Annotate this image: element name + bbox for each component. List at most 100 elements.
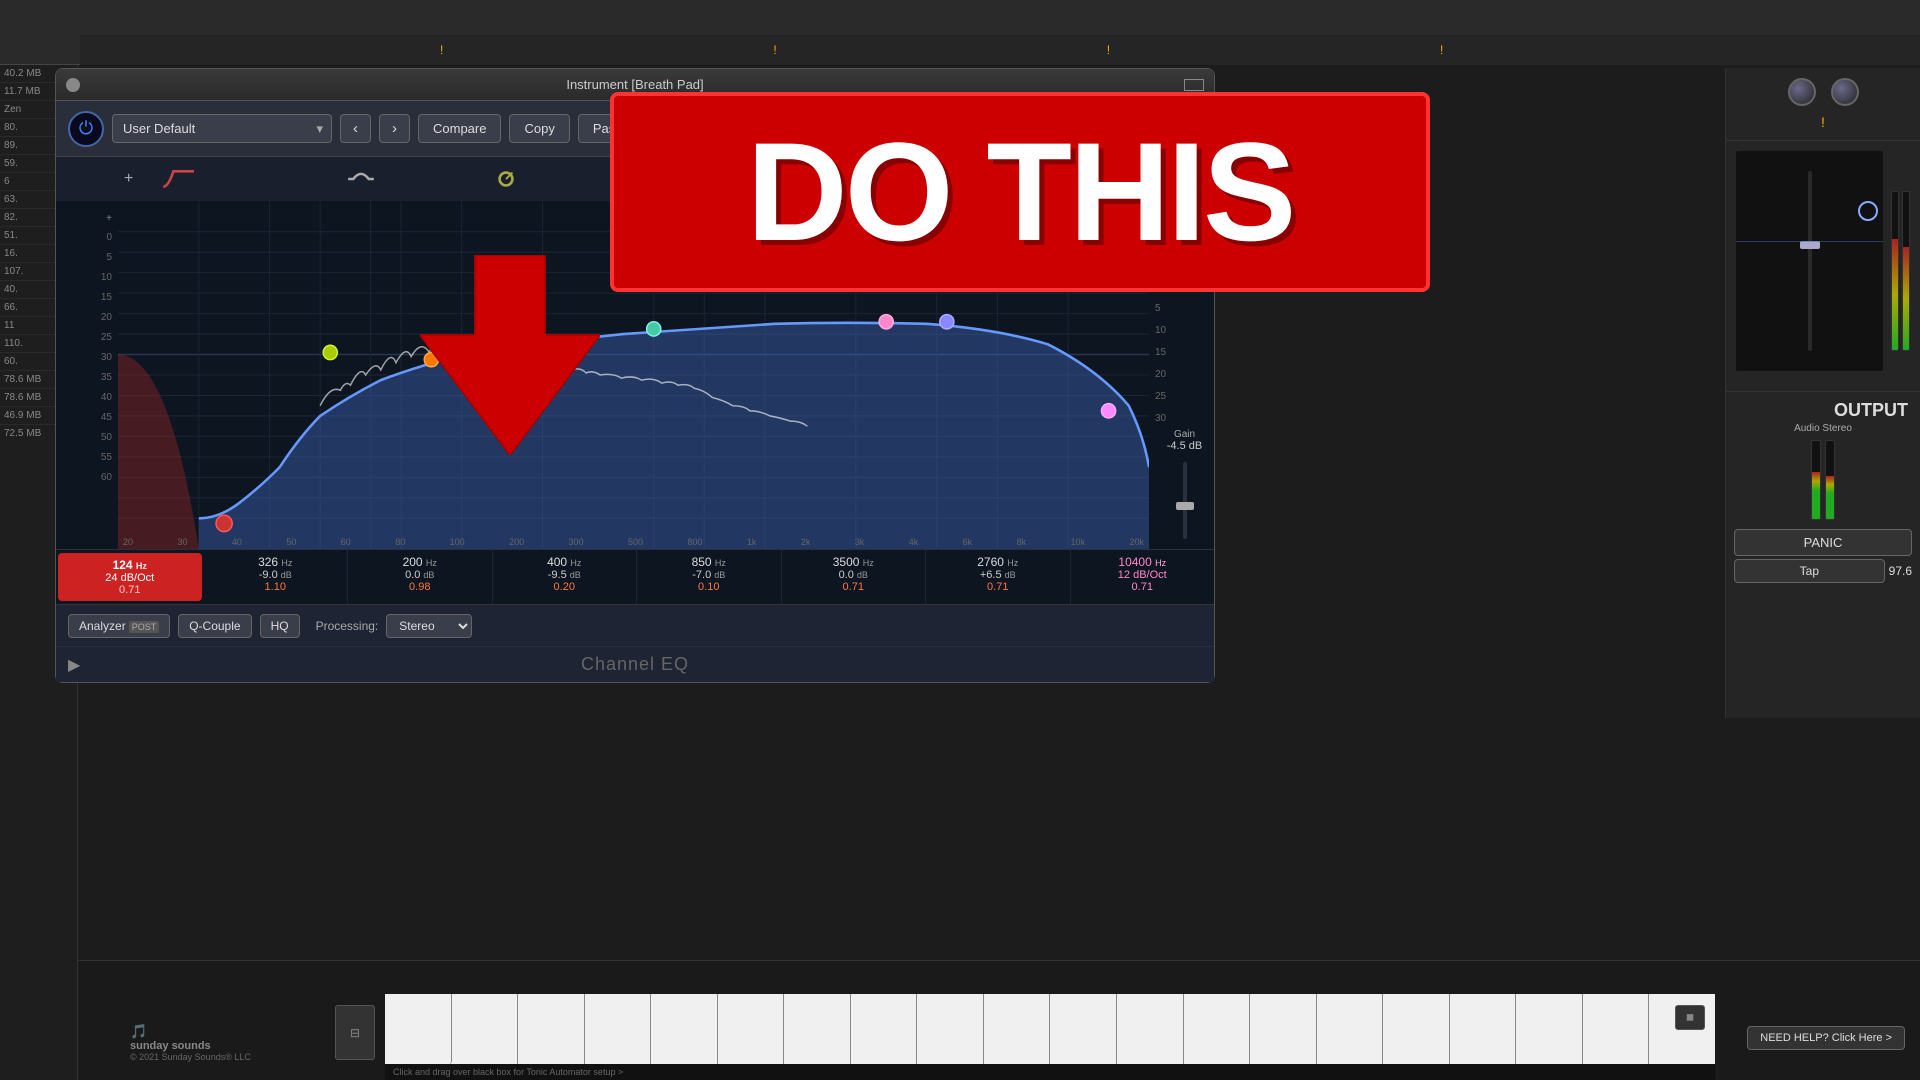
db-50: 50 (101, 427, 112, 447)
key-w1[interactable] (385, 994, 452, 1064)
band5-info[interactable]: 850 Hz -7.0 dB 0.10 (637, 550, 782, 604)
freq-20k: 20k (1129, 537, 1144, 547)
post-badge: POST (129, 621, 160, 633)
knob1[interactable] (1788, 78, 1816, 106)
processing-select[interactable]: Stereo Left Right Mid Side (386, 614, 472, 638)
key-w12[interactable] (1117, 994, 1184, 1064)
freq-80: 80 (395, 537, 405, 547)
forward-button[interactable]: › (379, 114, 410, 143)
panic-button[interactable]: PANIC (1734, 529, 1912, 556)
output-vu-fill-right (1826, 476, 1834, 519)
key-w5[interactable] (651, 994, 718, 1064)
freq-300: 300 (569, 537, 584, 547)
rdb-10n: 10 (1155, 319, 1166, 341)
analyzer-button[interactable]: AnalyzerPOST (68, 614, 170, 638)
key-w2[interactable] (452, 994, 519, 1064)
compare-button[interactable]: Compare (418, 114, 501, 143)
band3-icon[interactable] (483, 161, 528, 197)
band2-info[interactable]: 326 Hz -9.0 dB 1.10 (204, 550, 349, 604)
key-w17[interactable] (1450, 994, 1517, 1064)
rdb-30n: 30 (1155, 407, 1166, 429)
hq-button[interactable]: HQ (260, 614, 300, 638)
vu-fill-left (1892, 239, 1898, 350)
band4-q: 0.20 (499, 581, 631, 593)
key-w7[interactable] (784, 994, 851, 1064)
db-60: 60 (101, 467, 112, 487)
band6-info[interactable]: 3500 Hz 0.0 dB 0.71 (782, 550, 927, 604)
key-w15[interactable] (1317, 994, 1384, 1064)
key-w14[interactable] (1250, 994, 1317, 1064)
fader-track-vertical[interactable] (1808, 171, 1812, 351)
copy-button[interactable]: Copy (509, 114, 569, 143)
eq-db-labels-left: + 0 5 10 15 20 25 30 35 40 45 50 55 60 (56, 201, 118, 549)
titlebar-collapse-btn[interactable] (1184, 79, 1204, 91)
piano-keys[interactable] (385, 994, 1715, 1064)
tap-button[interactable]: Tap (1734, 559, 1885, 583)
band1-freq: 124 Hz (64, 558, 196, 572)
band-info-row: 124 Hz 24 dB/Oct 0.71 326 Hz -9.0 dB 1.1… (56, 549, 1214, 604)
freq-50: 50 (286, 537, 296, 547)
key-w6[interactable] (718, 994, 785, 1064)
keyboard-right-icon[interactable]: ◼ (1675, 1005, 1705, 1030)
key-w13[interactable] (1184, 994, 1251, 1064)
back-button[interactable]: ‹ (340, 114, 371, 143)
band1-info[interactable]: 124 Hz 24 dB/Oct 0.71 (58, 553, 202, 601)
band3-param1: 0.0 dB (354, 569, 486, 581)
key-w18[interactable] (1516, 994, 1583, 1064)
rdb-20n: 20 (1155, 363, 1166, 385)
gain-fader-track[interactable] (1183, 462, 1187, 539)
play-button[interactable]: ▶ (68, 655, 80, 675)
analyzer-label: Analyzer (79, 619, 126, 633)
freq-2k: 2k (801, 537, 811, 547)
add-band-icon[interactable]: + (124, 170, 133, 188)
key-w16[interactable] (1383, 994, 1450, 1064)
freq-60: 60 (341, 537, 351, 547)
knob2[interactable] (1831, 78, 1859, 106)
band1-q: 0.71 (64, 584, 196, 596)
freq-30: 30 (177, 537, 187, 547)
key-w4[interactable] (585, 994, 652, 1064)
band3-q: 0.98 (354, 581, 486, 593)
titlebar-close-btn[interactable] (66, 78, 80, 92)
rdb-15n: 15 (1155, 341, 1166, 363)
band3-info[interactable]: 200 Hz 0.0 dB 0.98 (348, 550, 493, 604)
rdb-25n: 25 (1155, 385, 1166, 407)
key-w8[interactable] (851, 994, 918, 1064)
right-top-controls: ! (1726, 68, 1920, 141)
band8-info[interactable]: 10400 Hz 12 dB/Oct 0.71 (1071, 550, 1215, 604)
band6-param1: 0.0 dB (788, 569, 920, 581)
white-keys-row (385, 994, 1715, 1064)
band1-icon[interactable] (153, 161, 198, 197)
tonic-automator-bar[interactable]: Click and drag over black box for Tonic … (385, 1064, 1715, 1080)
key-w9[interactable] (917, 994, 984, 1064)
fader-container[interactable] (1736, 151, 1883, 371)
processing-label: Processing: (316, 619, 379, 633)
key-w19[interactable] (1583, 994, 1650, 1064)
key-w3[interactable] (518, 994, 585, 1064)
q-couple-button[interactable]: Q-Couple (178, 614, 251, 638)
output-vu-fill-left (1812, 472, 1820, 519)
power-button[interactable]: ⏻ (68, 111, 104, 147)
gain-fader-thumb[interactable] (1176, 502, 1194, 510)
sunday-sounds-logo: 🎵 sunday sounds © 2021 Sunday Sounds® LL… (130, 1023, 251, 1062)
output-faders (1734, 440, 1912, 520)
logo-icon: 🎵 (130, 1023, 147, 1039)
eq-bottom-controls: AnalyzerPOST Q-Couple HQ Processing: Ste… (56, 604, 1214, 646)
plugin-title: Instrument [Breath Pad] (566, 77, 703, 92)
keyboard-container[interactable] (385, 994, 1715, 1064)
key-w11[interactable] (1050, 994, 1117, 1064)
keyboard-left-control[interactable]: ⊟ (335, 1005, 375, 1060)
fader-thumb-vertical[interactable] (1800, 241, 1820, 249)
preset-dropdown[interactable]: User Default ▾ (112, 114, 332, 143)
preset-name: User Default (123, 121, 195, 136)
band7-info[interactable]: 2760 Hz +6.5 dB 0.71 (926, 550, 1071, 604)
band4-info[interactable]: 400 Hz -9.5 dB 0.20 (493, 550, 638, 604)
gain-label-area: Gain -4.5 dB (1155, 429, 1214, 462)
band2-icon[interactable] (338, 161, 383, 197)
band2-param1: -9.0 dB (210, 569, 342, 581)
key-w10[interactable] (984, 994, 1051, 1064)
need-help-button[interactable]: NEED HELP? Click Here > (1747, 1026, 1905, 1050)
band6-freq: 3500 Hz (788, 555, 920, 569)
band2-q: 1.10 (210, 581, 342, 593)
marker2: ! (773, 43, 776, 57)
